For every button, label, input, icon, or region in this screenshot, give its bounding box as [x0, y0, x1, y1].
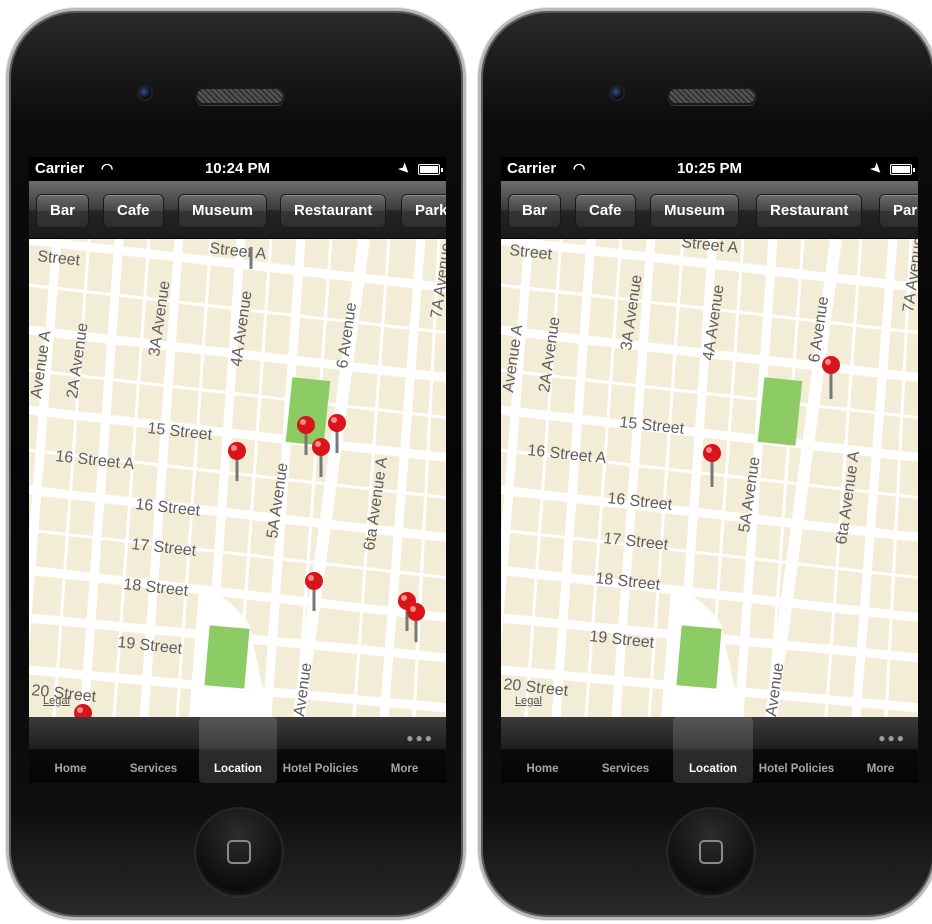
status-bar: Carrier ◠ 10:24 PM ➤ — [29, 157, 446, 181]
status-time: 10:25 PM — [676, 160, 743, 177]
map-park — [757, 377, 803, 446]
home-button-icon — [227, 840, 251, 864]
status-bar: Carrier ◠ 10:25 PM ➤ — [501, 157, 918, 181]
battery-icon — [890, 164, 915, 175]
category-button-cafe[interactable]: Cafe — [103, 194, 164, 228]
tab-label: Services — [129, 763, 178, 775]
street-label: 6ta Avenue A — [361, 456, 391, 552]
battery-icon — [418, 164, 443, 175]
street-label: 15 Street — [147, 420, 214, 444]
street-label: 17 Street — [603, 530, 670, 554]
tab-services[interactable]: Services — [112, 717, 195, 783]
camera-icon — [137, 85, 153, 101]
street-label: Street — [509, 242, 554, 263]
home-button-icon — [699, 840, 723, 864]
legal-link[interactable]: Legal — [43, 695, 70, 707]
map-park — [676, 625, 722, 689]
speaker-icon — [195, 87, 285, 105]
legal-link[interactable]: Legal — [515, 695, 542, 707]
map-canvas[interactable]: Street Street A 3A Avenue 4A Avenue 6 Av… — [501, 239, 918, 717]
tab-label: Home — [54, 763, 87, 775]
category-button-bar[interactable]: Bar — [36, 194, 90, 228]
tab-bar: ●●● Home Services Location Hotel Policie… — [29, 717, 446, 783]
category-button-museum[interactable]: Museum — [650, 194, 739, 228]
phone-left: Carrier ◠ 10:24 PM ➤ Bar Cafe Museum Res… — [6, 8, 466, 920]
map-pin-icon — [822, 356, 840, 399]
street-label: 18 Street — [595, 570, 662, 594]
category-button-restaurant[interactable]: Restaurant — [756, 194, 863, 228]
street-label: 5A Avenue — [264, 462, 291, 540]
tab-label: Location — [689, 763, 737, 775]
status-time: 10:24 PM — [204, 160, 271, 177]
tab-label: Hotel Policies — [758, 763, 835, 775]
tab-home[interactable]: Home — [501, 717, 584, 783]
map-canvas[interactable]: Street Street A 3A Avenue 4A Avenue 6 Av… — [29, 239, 446, 717]
street-label: 16 Street A — [55, 448, 136, 473]
tab-label: Location — [214, 763, 262, 775]
tab-hotel-policies[interactable]: Hotel Policies — [755, 717, 838, 783]
tab-label: Hotel Policies — [282, 763, 359, 775]
screen: Carrier ◠ 10:24 PM ➤ Bar Cafe Museum Res… — [29, 157, 446, 783]
camera-icon — [609, 85, 625, 101]
street-label: 19 Street — [117, 634, 184, 658]
tab-more[interactable]: More — [363, 717, 446, 783]
street-label: 2A Avenue — [536, 316, 563, 394]
street-label: 17 Street — [131, 536, 198, 560]
category-button-museum[interactable]: Museum — [178, 194, 267, 228]
category-button-restaurant[interactable]: Restaurant — [280, 194, 387, 228]
tab-label: Services — [601, 763, 650, 775]
tab-location[interactable]: Location — [673, 717, 753, 783]
category-button-bar[interactable]: Bar — [508, 194, 562, 228]
tab-more[interactable]: More — [839, 717, 918, 783]
home-button[interactable] — [194, 807, 284, 897]
street-label: Avenue — [291, 662, 315, 717]
tab-services[interactable]: Services — [584, 717, 667, 783]
street-label: 18 Street — [123, 576, 190, 600]
tab-label: More — [866, 763, 895, 775]
speaker-icon — [667, 87, 757, 105]
map-view[interactable]: Street Street A 3A Avenue 4A Avenue 6 Av… — [29, 239, 446, 717]
map-park — [285, 377, 331, 446]
street-label: Street — [37, 248, 82, 269]
tab-label: Home — [526, 763, 559, 775]
home-button[interactable] — [666, 807, 756, 897]
tab-label: More — [390, 763, 419, 775]
street-label: 7A Avenue — [900, 239, 918, 314]
street-label: 16 Street A — [527, 442, 608, 467]
tab-hotel-policies[interactable]: Hotel Policies — [279, 717, 362, 783]
tab-bar: ●●● Home Services Location Hotel Policie… — [501, 717, 918, 783]
category-bar: Bar Cafe Museum Restaurant Park — [501, 181, 918, 239]
category-button-cafe[interactable]: Cafe — [575, 194, 636, 228]
map-pin-icon — [407, 603, 425, 642]
screen: Carrier ◠ 10:25 PM ➤ Bar Cafe Museum Res… — [501, 157, 918, 783]
tab-location[interactable]: Location — [199, 717, 277, 783]
map-park — [204, 625, 250, 689]
map-pin-icon — [703, 444, 721, 487]
category-bar: Bar Cafe Museum Restaurant Park — [29, 181, 446, 239]
tab-home[interactable]: Home — [29, 717, 112, 783]
street-label: Avenue — [763, 662, 787, 717]
street-label: 15 Street — [619, 414, 686, 438]
category-button-park[interactable]: Park — [401, 194, 446, 228]
street-label: 7A Avenue — [428, 242, 446, 320]
map-view[interactable]: Street Street A 3A Avenue 4A Avenue 6 Av… — [501, 239, 918, 717]
category-button-park[interactable]: Park — [879, 194, 918, 228]
phone-right: Carrier ◠ 10:25 PM ➤ Bar Cafe Museum Res… — [478, 8, 932, 920]
